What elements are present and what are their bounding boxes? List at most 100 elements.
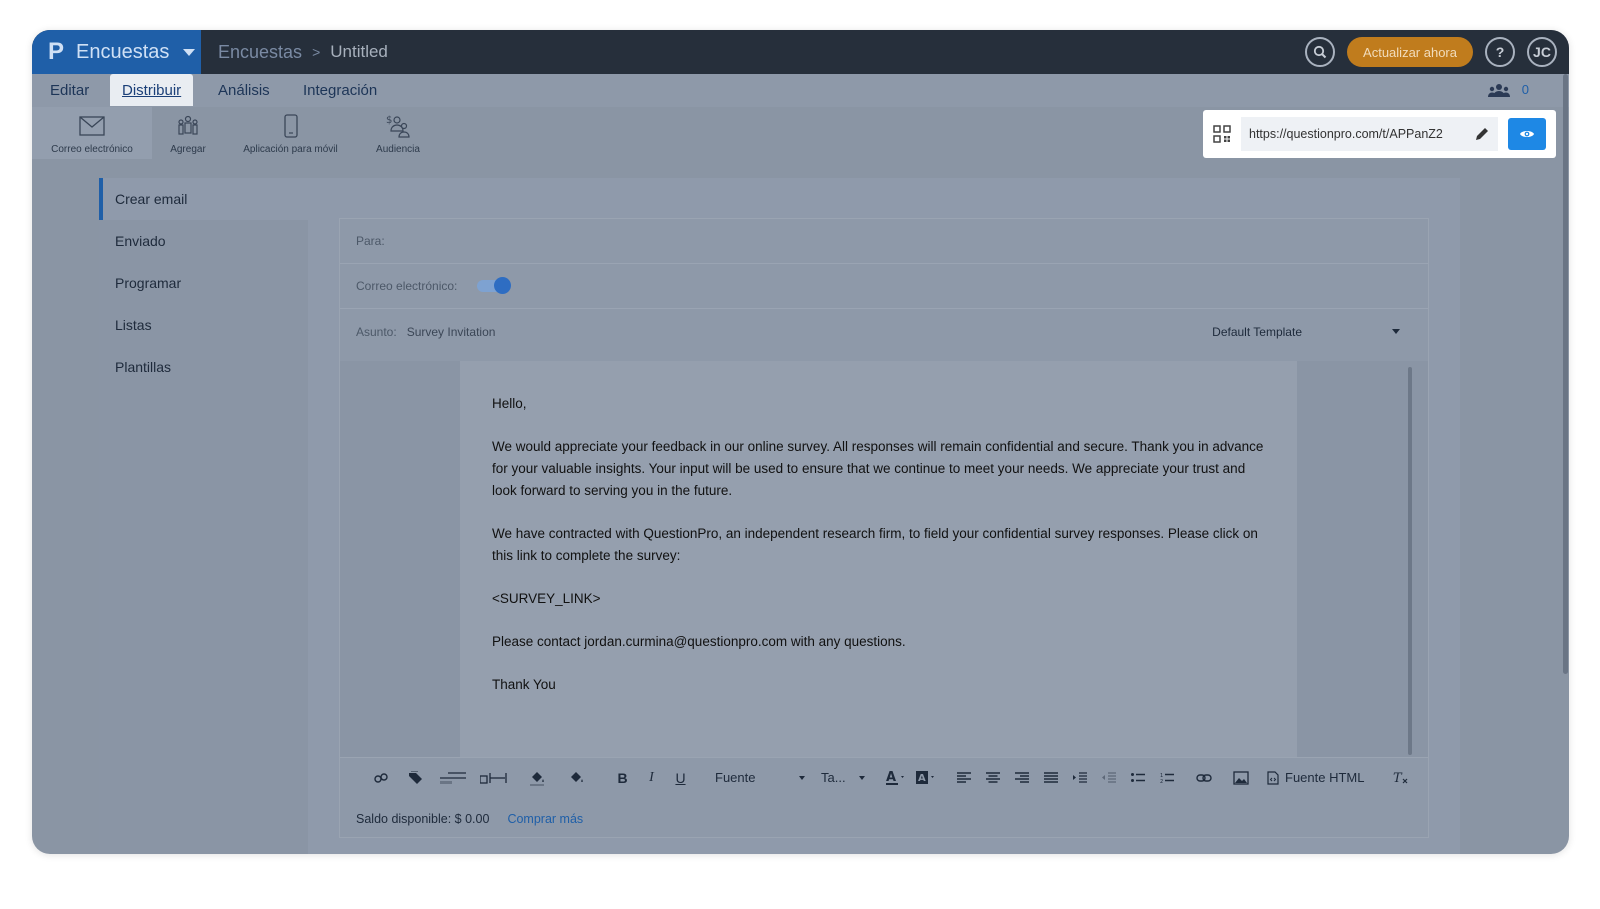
insert-link-icon[interactable] xyxy=(1189,765,1218,791)
qr-code-icon[interactable] xyxy=(1213,125,1231,143)
respondents-count: 0 xyxy=(1521,82,1529,97)
template-select[interactable]: Default Template xyxy=(1212,325,1400,339)
tab-label: Integración xyxy=(303,81,378,99)
tool-audience[interactable]: $ Audiencia xyxy=(367,107,429,159)
sidebar-item-create-email[interactable]: Crear email xyxy=(99,178,308,220)
tool-add[interactable]: Agregar xyxy=(160,107,216,159)
subject-input[interactable]: Survey Invitation xyxy=(407,325,496,339)
sidebar-item-label: Listas xyxy=(115,317,152,333)
bold-button[interactable]: B xyxy=(608,765,637,791)
text-color-icon[interactable]: A xyxy=(881,765,911,791)
insert-image-icon[interactable] xyxy=(1226,765,1255,791)
survey-title[interactable]: Untitled xyxy=(330,42,388,62)
svg-text:$: $ xyxy=(386,115,392,126)
search-button[interactable] xyxy=(1305,37,1336,67)
editor-scrollbar[interactable] xyxy=(1408,367,1412,755)
spacer-icon[interactable] xyxy=(476,765,512,791)
sidebar-item-lists[interactable]: Listas xyxy=(99,304,308,346)
italic-button[interactable]: I xyxy=(637,765,666,791)
sidebar-item-schedule[interactable]: Programar xyxy=(99,262,308,304)
svg-text:A: A xyxy=(886,770,896,785)
email-paragraph: Please contact jordan.curmina@questionpr… xyxy=(492,634,906,649)
survey-link-token: <SURVEY_LINK> xyxy=(492,591,601,606)
numbered-list-icon[interactable]: 12 xyxy=(1152,765,1181,791)
preview-button[interactable] xyxy=(1508,118,1546,150)
sidebar-item-sent[interactable]: Enviado xyxy=(99,220,308,262)
align-left-icon[interactable] xyxy=(949,765,978,791)
sidebar-item-label: Programar xyxy=(115,275,182,291)
email-greeting: Hello, xyxy=(492,396,527,411)
chevron-down-icon xyxy=(1392,329,1400,334)
page-scrollbar-thumb[interactable] xyxy=(1563,74,1568,674)
font-size-select[interactable]: Ta... xyxy=(821,770,865,785)
outdent-icon[interactable] xyxy=(1094,765,1123,791)
to-row[interactable]: Para: xyxy=(340,219,1428,264)
fill-color-icon[interactable] xyxy=(561,765,590,791)
breadcrumb-separator: > xyxy=(312,44,321,60)
tool-email[interactable]: Correo electrónico xyxy=(32,107,152,159)
bulleted-list-icon[interactable] xyxy=(1123,765,1152,791)
breadcrumb-root[interactable]: Encuestas xyxy=(218,42,302,63)
audience-icon: $ xyxy=(386,115,410,138)
html-source-button[interactable]: Fuente HTML xyxy=(1263,765,1368,791)
email-editor[interactable]: Hello, We would appreciate your feedback… xyxy=(340,361,1428,757)
tab-analisis[interactable]: Análisis xyxy=(206,74,282,106)
avatar[interactable]: JC xyxy=(1527,37,1557,67)
breadcrumb: Encuestas > Untitled xyxy=(218,30,388,74)
svg-text:T: T xyxy=(1393,771,1403,785)
tool-label: Aplicación para móvil xyxy=(243,144,338,155)
email-closing: Thank You xyxy=(492,677,556,692)
top-bar-actions: Actualizar ahora ? JC xyxy=(1305,30,1557,74)
help-button[interactable]: ? xyxy=(1485,37,1515,67)
underline-button[interactable]: U xyxy=(666,765,695,791)
tab-distribuir[interactable]: Distribuir xyxy=(110,74,194,106)
tool-mobile-app[interactable]: Aplicación para móvil xyxy=(232,107,349,159)
align-center-icon[interactable] xyxy=(978,765,1007,791)
survey-link-box: https://questionpro.com/t/APPanZ2 xyxy=(1203,110,1556,158)
font-family-value: Fuente xyxy=(715,770,756,785)
editor-toolbar: B I U Fuente Ta... A A 1 2 Fuente HTML T xyxy=(340,757,1428,797)
product-switcher[interactable]: P Encuestas xyxy=(32,30,201,74)
page-scrollbar[interactable] xyxy=(1561,74,1569,674)
template-value: Default Template xyxy=(1212,324,1302,339)
toggle-knob xyxy=(494,277,512,294)
horizontal-rule-icon[interactable] xyxy=(436,765,470,791)
font-size-value: Ta... xyxy=(821,770,846,785)
background-color-icon[interactable] xyxy=(522,765,551,791)
tab-label: Análisis xyxy=(218,81,270,99)
align-right-icon[interactable] xyxy=(1007,765,1036,791)
main-tabs: Editar Distribuir Análisis Integración 0 xyxy=(32,74,1569,107)
tab-editar[interactable]: Editar xyxy=(38,74,101,106)
clear-formatting-icon[interactable]: T xyxy=(1386,765,1415,791)
link-icon[interactable] xyxy=(366,765,395,791)
email-paragraph: We have contracted with QuestionPro, an … xyxy=(492,526,1258,563)
svg-text:A: A xyxy=(918,773,926,784)
upgrade-button[interactable]: Actualizar ahora xyxy=(1347,37,1473,67)
survey-url-field[interactable]: https://questionpro.com/t/APPanZ2 xyxy=(1241,117,1498,151)
highlight-color-icon[interactable]: A xyxy=(911,765,941,791)
email-composer: Para: Correo electrónico: Asunto: Survey… xyxy=(339,218,1429,838)
email-body[interactable]: Hello, We would appreciate your feedback… xyxy=(460,361,1297,757)
mobile-icon xyxy=(283,114,298,138)
email-toggle[interactable] xyxy=(477,277,512,294)
sidebar-item-label: Plantillas xyxy=(115,359,172,375)
tag-icon[interactable] xyxy=(401,765,430,791)
email-toggle-row: Correo electrónico: xyxy=(340,264,1428,309)
sidebar-item-templates[interactable]: Plantillas xyxy=(99,346,308,388)
email-paragraph: We would appreciate your feedback in our… xyxy=(492,439,1264,498)
eye-icon xyxy=(1520,131,1534,137)
respondents-counter[interactable]: 0 xyxy=(1487,82,1529,97)
buy-more-link[interactable]: Comprar más xyxy=(507,812,583,826)
people-icon xyxy=(178,115,198,135)
font-family-select[interactable]: Fuente xyxy=(715,770,805,785)
pencil-icon[interactable] xyxy=(1474,126,1490,142)
questionpro-logo: P xyxy=(48,38,65,65)
indent-icon[interactable] xyxy=(1065,765,1094,791)
email-toggle-label: Correo electrónico: xyxy=(356,279,458,293)
tab-integracion[interactable]: Integración xyxy=(291,74,389,106)
code-file-icon xyxy=(1267,770,1279,785)
product-name: Encuestas xyxy=(76,40,170,63)
align-justify-icon[interactable] xyxy=(1036,765,1065,791)
search-icon xyxy=(1313,45,1327,59)
chevron-down-icon xyxy=(183,48,196,56)
